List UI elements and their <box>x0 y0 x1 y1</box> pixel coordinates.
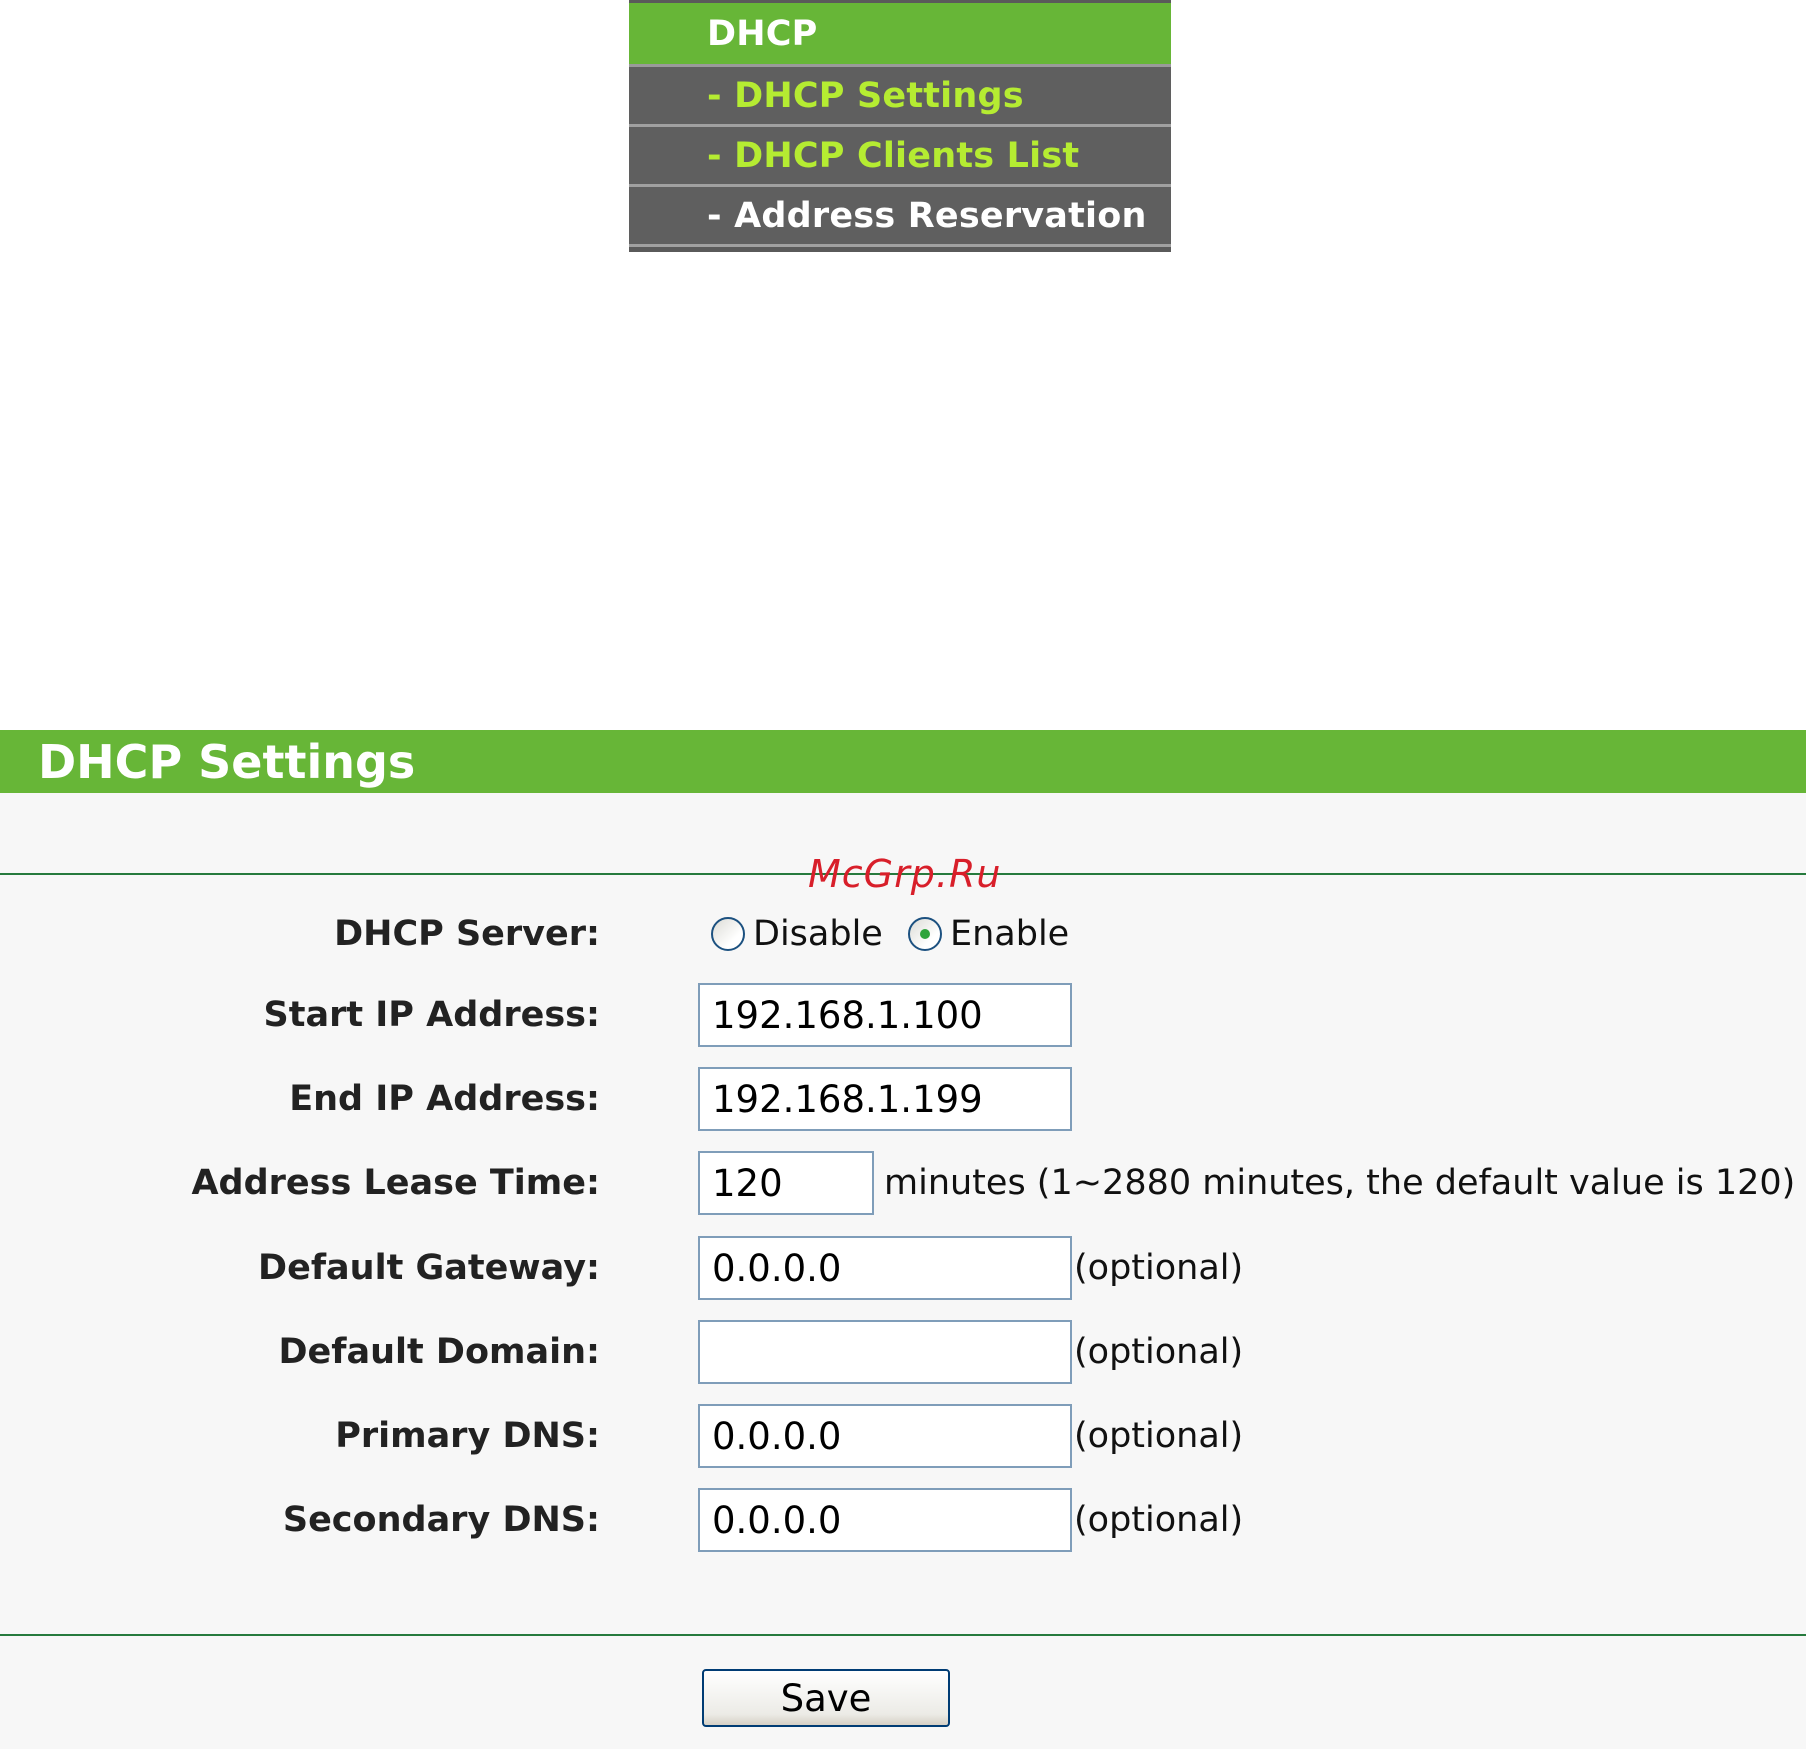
start-ip-label: Start IP Address: <box>263 995 600 1035</box>
optional-hint: (optional) <box>1074 1332 1244 1372</box>
bottom-divider <box>0 1634 1806 1636</box>
primary-dns-label: Primary DNS: <box>335 1416 600 1456</box>
end-ip-label: End IP Address: <box>289 1079 600 1119</box>
start-ip-row: Start IP Address: <box>0 983 1806 1047</box>
secondary-dns-input[interactable] <box>698 1488 1072 1552</box>
secondary-dns-label: Secondary DNS: <box>282 1500 600 1540</box>
lease-time-input[interactable] <box>698 1151 874 1215</box>
menu-item-address-reservation[interactable]: - Address Reservation <box>629 187 1171 247</box>
page-title: DHCP Settings <box>0 730 1806 793</box>
save-button[interactable]: Save <box>702 1669 950 1727</box>
radio-enable[interactable]: Enable <box>908 902 1069 966</box>
default-domain-input[interactable] <box>698 1320 1072 1384</box>
optional-hint: (optional) <box>1074 1416 1244 1456</box>
lease-time-hint: minutes (1~2880 minutes, the default val… <box>884 1163 1796 1203</box>
dhcp-server-row: DHCP Server: Disable Enable <box>0 902 1806 966</box>
radio-disable[interactable]: Disable <box>711 902 883 966</box>
secondary-dns-row: Secondary DNS: (optional) <box>0 1488 1806 1552</box>
dhcp-menu: DHCP - DHCP Settings - DHCP Clients List… <box>629 0 1171 252</box>
radio-enable-icon[interactable] <box>908 917 942 951</box>
default-gateway-row: Default Gateway: (optional) <box>0 1236 1806 1300</box>
menu-header-dhcp[interactable]: DHCP <box>629 3 1171 67</box>
optional-hint: (optional) <box>1074 1500 1244 1540</box>
default-gateway-input[interactable] <box>698 1236 1072 1300</box>
end-ip-input[interactable] <box>698 1067 1072 1131</box>
start-ip-input[interactable] <box>698 983 1072 1047</box>
watermark: McGrp.Ru <box>808 852 1002 896</box>
radio-disable-icon[interactable] <box>711 917 745 951</box>
lease-time-row: Address Lease Time: minutes (1~2880 minu… <box>0 1151 1806 1215</box>
default-gateway-label: Default Gateway: <box>258 1248 600 1288</box>
page: DHCP - DHCP Settings - DHCP Clients List… <box>0 0 1806 1749</box>
end-ip-row: End IP Address: <box>0 1067 1806 1131</box>
dhcp-server-label: DHCP Server: <box>334 914 600 954</box>
radio-disable-label: Disable <box>753 914 883 954</box>
menu-divider <box>629 247 1171 252</box>
primary-dns-row: Primary DNS: (optional) <box>0 1404 1806 1468</box>
default-domain-label: Default Domain: <box>278 1332 600 1372</box>
menu-item-dhcp-clients-list[interactable]: - DHCP Clients List <box>629 127 1171 187</box>
primary-dns-input[interactable] <box>698 1404 1072 1468</box>
radio-enable-label: Enable <box>950 914 1070 954</box>
lease-time-label: Address Lease Time: <box>191 1163 600 1203</box>
default-domain-row: Default Domain: (optional) <box>0 1320 1806 1384</box>
optional-hint: (optional) <box>1074 1248 1244 1288</box>
menu-item-dhcp-settings[interactable]: - DHCP Settings <box>629 67 1171 127</box>
